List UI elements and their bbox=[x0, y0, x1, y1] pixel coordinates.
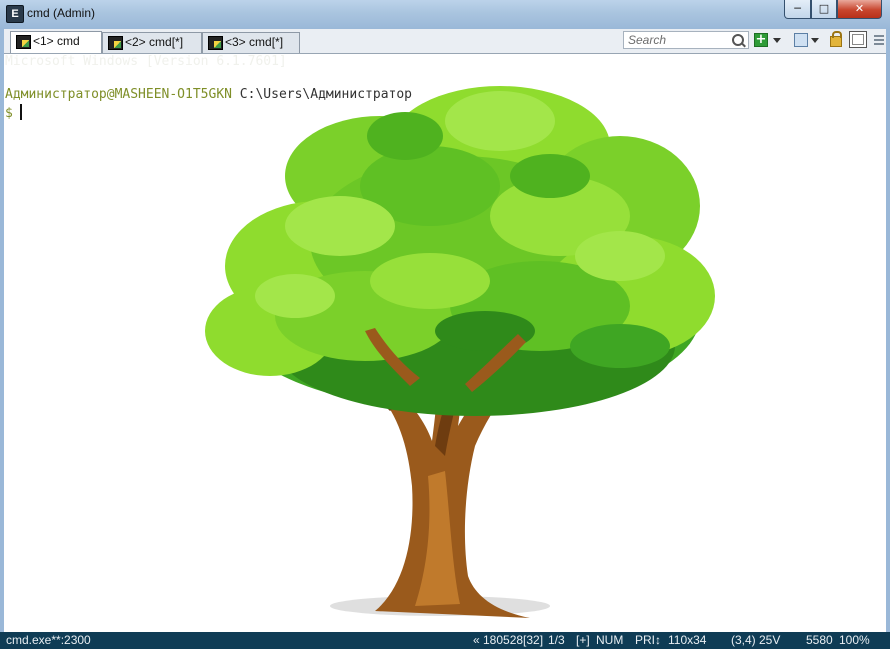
grip-icon[interactable] bbox=[874, 35, 884, 45]
console-tab-icon bbox=[108, 36, 123, 50]
console-prompt-line: Администратор@MASHEEN-O1T5GKN C:\Users\А… bbox=[5, 87, 412, 102]
chevron-down-icon[interactable] bbox=[811, 38, 819, 43]
console-banner: Microsoft Windows [Version 6.1.7601] bbox=[5, 54, 287, 69]
tab-toolbar: <1> cmd <2> cmd[*] <3> cmd[*] Search + bbox=[4, 29, 886, 54]
lock-icon[interactable] bbox=[830, 31, 842, 47]
status-zoom[interactable]: 100% bbox=[839, 632, 870, 649]
close-button[interactable]: ✕ bbox=[837, 0, 882, 19]
prompt-symbol: $ bbox=[5, 106, 13, 121]
tab-label: <3> cmd[*] bbox=[225, 35, 284, 49]
panel-icon[interactable] bbox=[794, 33, 808, 47]
minimize-button[interactable]: ─ bbox=[784, 0, 811, 19]
status-priority[interactable]: PRI↕ bbox=[635, 632, 661, 649]
prompt-user: Администратор@MASHEEN-O1T5GKN bbox=[5, 87, 232, 102]
view-icon[interactable] bbox=[849, 31, 867, 48]
console-tab-icon bbox=[208, 36, 223, 50]
status-pid: 5580 bbox=[806, 633, 833, 647]
tab-label: <1> cmd bbox=[33, 34, 80, 48]
console-area[interactable]: Microsoft Windows [Version 6.1.7601] Адм… bbox=[4, 54, 886, 632]
tab-console-1[interactable]: <1> cmd bbox=[10, 31, 102, 53]
window-frame-right bbox=[886, 29, 890, 632]
maximize-button[interactable]: □ bbox=[811, 0, 837, 19]
console-tab-icon bbox=[16, 35, 31, 49]
status-numlock: NUM bbox=[596, 633, 624, 647]
chevron-down-icon[interactable] bbox=[773, 38, 781, 43]
console-input-line[interactable]: $ bbox=[5, 104, 22, 121]
title-bar: E cmd (Admin) ─ □ ✕ bbox=[0, 0, 890, 29]
status-size: 110x34 bbox=[668, 633, 707, 647]
add-icon[interactable]: + bbox=[754, 33, 768, 47]
status-process[interactable]: cmd.exe**:2300 bbox=[6, 632, 91, 649]
status-insert: [+] bbox=[576, 633, 590, 647]
tab-label: <2> cmd[*] bbox=[125, 35, 184, 49]
search-placeholder: Search bbox=[628, 33, 667, 47]
prompt-path: C:\Users\Администратор bbox=[231, 87, 412, 102]
text-cursor bbox=[19, 104, 22, 120]
search-icon[interactable] bbox=[732, 34, 744, 46]
tab-console-3[interactable]: <3> cmd[*] bbox=[202, 32, 300, 53]
status-bar: cmd.exe**:2300 « 180528[32] 1/3 [+] NUM … bbox=[0, 632, 890, 649]
status-position: « 180528[32] bbox=[473, 633, 544, 647]
app-icon[interactable]: E bbox=[6, 5, 24, 23]
status-cursor: (3,4) 25V bbox=[731, 633, 781, 647]
tree-background-image bbox=[205, 86, 715, 618]
search-input[interactable]: Search bbox=[623, 31, 749, 49]
status-pages: 1/3 bbox=[548, 633, 565, 647]
window-title: cmd (Admin) bbox=[27, 6, 96, 20]
tab-console-2[interactable]: <2> cmd[*] bbox=[102, 32, 202, 53]
